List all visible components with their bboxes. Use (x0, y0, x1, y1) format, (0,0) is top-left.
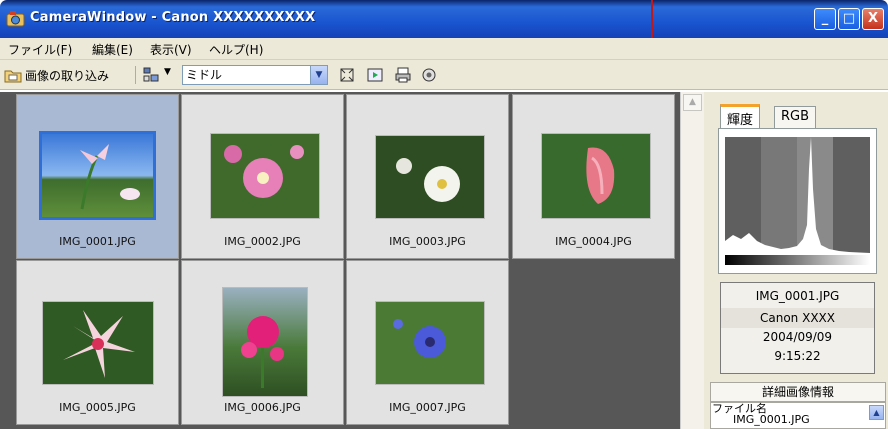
flower-photo-icon (241, 316, 284, 388)
thumbnail-image (375, 301, 485, 385)
thumbnail-item[interactable]: IMG_0001.JPG (16, 94, 179, 259)
chevron-down-icon[interactable]: ▼ (310, 66, 327, 84)
thumbnail-item[interactable]: IMG_0005.JPG (16, 260, 179, 425)
maximize-button[interactable]: □ (838, 8, 860, 30)
view-mode-icon[interactable] (142, 66, 160, 84)
thumbnail-item[interactable]: IMG_0003.JPG (346, 94, 509, 259)
thumbnail-filename: IMG_0006.JPG (224, 401, 301, 414)
detail-scroll-up-button[interactable]: ▲ (869, 405, 884, 420)
thumbnail-item[interactable]: IMG_0004.JPG (512, 94, 675, 259)
flower-photo-icon (396, 158, 460, 202)
import-images-button[interactable]: 画像の取り込み (4, 64, 109, 86)
menu-bar: ファイル(F) 編集(E) 表示(V) ヘルプ(H) (0, 38, 888, 60)
thumbnail-filename: IMG_0002.JPG (224, 235, 301, 248)
menu-file[interactable]: ファイル(F) (8, 41, 72, 58)
info-filename: IMG_0001.JPG (755, 289, 840, 303)
minimize-button[interactable]: _ (814, 8, 836, 30)
thumbnail-image (42, 301, 154, 385)
toolbar: 画像の取り込み ▼ ミドル ▼ (0, 60, 888, 90)
folder-import-icon (4, 70, 22, 83)
detail-info-list[interactable]: ファイル名 IMG_0001.JPG ▲ (710, 402, 886, 429)
tab-rgb[interactable]: RGB (774, 106, 817, 128)
thumbnail-image (210, 133, 320, 219)
thumbnail-filename: IMG_0004.JPG (555, 235, 632, 248)
image-info-panel: 輝度 RGB IMG_0001.JPG Canon XXXX 2004/09/0… (704, 92, 888, 429)
info-date: 2004/09/09 (762, 330, 833, 344)
flower-photo-icon (80, 144, 140, 210)
flower-photo-icon (224, 145, 304, 198)
thumbnail-filename: IMG_0005.JPG (59, 401, 136, 414)
vertical-scrollbar[interactable]: ▲ (680, 92, 704, 429)
info-camera: Canon XXXX (721, 308, 874, 328)
window-title: CameraWindow - Canon XXXXXXXXXX (30, 10, 316, 25)
shooting-info-box: IMG_0001.JPG Canon XXXX 2004/09/09 9:15:… (720, 282, 875, 374)
view-mode-dropdown-arrow[interactable]: ▼ (164, 67, 171, 77)
camerawindow-app-icon (6, 11, 25, 27)
settings-icon[interactable] (420, 66, 438, 84)
scroll-up-button[interactable]: ▲ (683, 94, 702, 111)
detail-info-header[interactable]: 詳細画像情報 (710, 382, 886, 402)
thumbnail-size-select[interactable]: ミドル ▼ (182, 65, 328, 85)
flower-photo-icon (63, 310, 135, 378)
thumbnail-item[interactable]: IMG_0007.JPG (346, 260, 509, 425)
fit-screen-icon[interactable] (338, 66, 356, 84)
flower-photo-icon (393, 319, 446, 358)
histogram (718, 128, 877, 274)
thumbnail-item[interactable]: IMG_0002.JPG (181, 94, 344, 259)
menu-view[interactable]: 表示(V) (150, 41, 192, 58)
thumbnail-filename: IMG_0007.JPG (389, 401, 466, 414)
info-time: 9:15:22 (774, 349, 821, 363)
thumbnail-image (39, 131, 156, 220)
detail-value-filename: IMG_0001.JPG (733, 413, 810, 426)
slideshow-icon[interactable] (366, 66, 384, 84)
thumbnail-filename: IMG_0003.JPG (389, 235, 466, 248)
toolbar-separator (135, 66, 136, 84)
thumbnail-image (541, 133, 651, 219)
thumbnail-filename: IMG_0001.JPG (59, 235, 136, 248)
thumbnail-image (375, 135, 485, 219)
thumbnail-size-value: ミドル (186, 68, 223, 82)
tab-luminance[interactable]: 輝度 (720, 104, 761, 129)
menu-help[interactable]: ヘルプ(H) (209, 41, 263, 58)
print-icon[interactable] (394, 66, 412, 84)
thumbnail-item[interactable]: IMG_0006.JPG (181, 260, 344, 425)
menu-edit[interactable]: 編集(E) (92, 41, 133, 58)
title-bar: CameraWindow - Canon XXXXXXXXXX _ □ X (0, 0, 888, 38)
thumbnail-image (222, 287, 308, 397)
import-images-label: 画像の取り込み (25, 68, 110, 83)
histogram-chart (725, 137, 870, 265)
close-button[interactable]: X (862, 8, 884, 30)
flower-photo-icon (586, 147, 615, 204)
